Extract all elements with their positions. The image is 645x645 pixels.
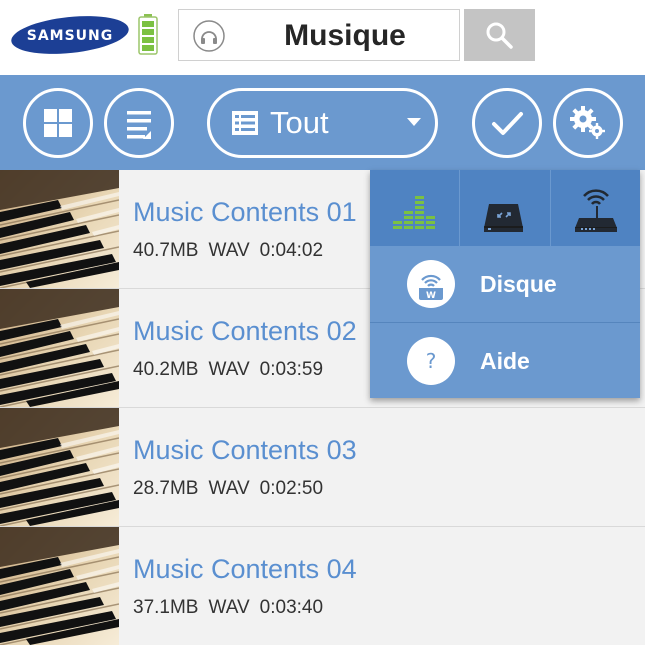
- track-row[interactable]: Music Contents 03 28.7MB WAV 0:02:50: [0, 408, 645, 527]
- drive-expand-icon: [484, 204, 523, 232]
- select-button[interactable]: [472, 88, 542, 158]
- track-meta: 28.7MB WAV 0:02:50: [133, 478, 333, 500]
- track-meta: 40.7MB WAV 0:04:02: [133, 240, 333, 262]
- track-title: Music Contents 01: [133, 197, 357, 227]
- equalizer-icon: [393, 196, 435, 229]
- menu-item-aide[interactable]: ? Aide: [370, 323, 640, 399]
- wifi-router-button[interactable]: [550, 170, 639, 246]
- check-icon: [492, 112, 523, 135]
- track-meta: 40.2MB WAV 0:03:59: [133, 359, 333, 381]
- track-duration: 0:04:02: [259, 240, 324, 261]
- svg-text:W: W: [426, 291, 436, 301]
- settings-button[interactable]: [553, 88, 623, 158]
- filter-dropdown[interactable]: Tout: [207, 88, 438, 158]
- page-title: Musique: [284, 19, 406, 52]
- brand-logo-text: SAMSUNG: [27, 28, 114, 44]
- track-meta: 37.1MB WAV 0:03:40: [133, 597, 333, 619]
- top-bar: SAMSUNG Musique: [0, 0, 645, 75]
- piano-thumbnail: [0, 527, 119, 645]
- drive-expand-button[interactable]: [459, 170, 548, 246]
- track-row[interactable]: Music Contents 04 37.1MB WAV 0:03:40: [0, 527, 645, 645]
- search-button[interactable]: [464, 9, 535, 61]
- grid-view-button[interactable]: [23, 88, 93, 158]
- menu-item-disque[interactable]: W Disque: [370, 246, 640, 322]
- equalizer-button[interactable]: [370, 170, 459, 246]
- headphones-icon: [193, 20, 225, 52]
- track-format: WAV: [208, 597, 250, 618]
- piano-thumbnail: [0, 408, 119, 526]
- track-title: Music Contents 03: [133, 435, 357, 465]
- filter-label: Tout: [270, 105, 329, 140]
- piano-thumbnail: [0, 170, 119, 288]
- track-size: 37.1MB: [133, 597, 199, 618]
- track-title: Music Contents 02: [133, 316, 357, 346]
- menu-item-label: Aide: [480, 348, 530, 374]
- track-title: Music Contents 04: [133, 554, 357, 584]
- track-duration: 0:02:50: [259, 478, 324, 499]
- track-duration: 0:03:59: [259, 359, 324, 380]
- menu-icon-row: [370, 170, 640, 246]
- track-format: WAV: [208, 240, 250, 261]
- list-view-icon: [127, 111, 151, 139]
- settings-icon: [570, 106, 605, 139]
- track-size: 40.7MB: [133, 240, 199, 261]
- grid-view-icon: [44, 109, 72, 137]
- help-icon: ?: [407, 337, 455, 385]
- svg-text:?: ?: [426, 349, 437, 373]
- list-icon: [232, 111, 258, 135]
- search-icon: [486, 22, 513, 49]
- track-format: WAV: [208, 478, 250, 499]
- settings-menu: W Disque ? Aide: [370, 170, 640, 398]
- track-size: 28.7MB: [133, 478, 199, 499]
- piano-thumbnail: [0, 289, 119, 407]
- toolbar: Tout: [0, 75, 645, 170]
- wifi-drive-icon: W: [407, 260, 455, 308]
- track-size: 40.2MB: [133, 359, 199, 380]
- chevron-down-icon: [407, 118, 421, 126]
- track-duration: 0:03:40: [259, 597, 324, 618]
- wifi-router-icon: [575, 189, 617, 232]
- search-field[interactable]: Musique: [178, 9, 460, 61]
- battery-icon: [138, 14, 158, 55]
- list-view-button[interactable]: [104, 88, 174, 158]
- samsung-logo: SAMSUNG: [10, 14, 130, 56]
- track-format: WAV: [208, 359, 250, 380]
- menu-item-label: Disque: [480, 271, 557, 297]
